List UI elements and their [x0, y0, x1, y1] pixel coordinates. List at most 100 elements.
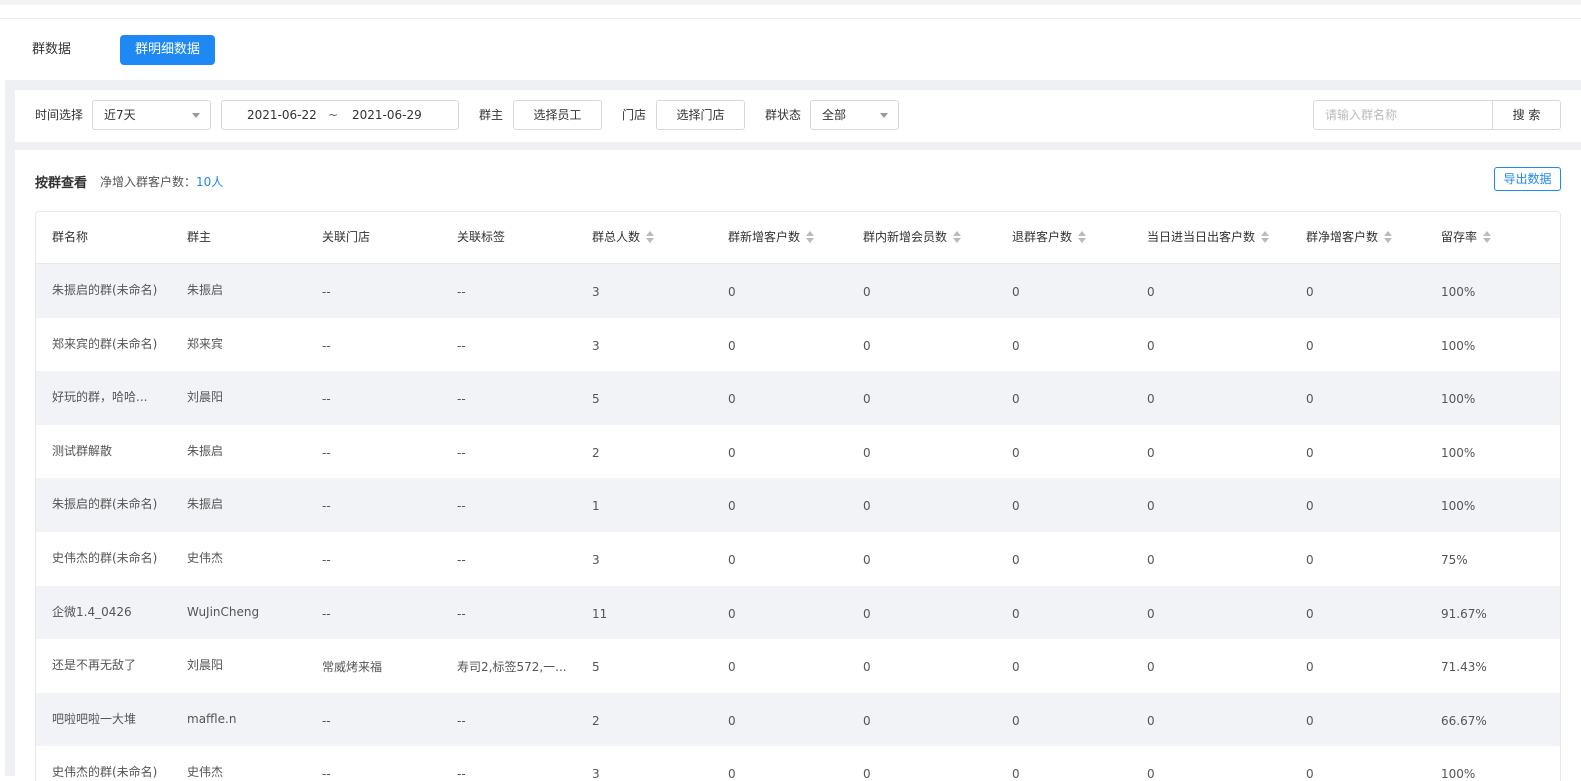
table-cell: 朱振启 — [187, 443, 224, 458]
table-cell: 朱振启 — [187, 283, 224, 297]
table-cell: -- — [457, 338, 466, 353]
table-cell: 66.67% — [1441, 713, 1487, 728]
sort-icon[interactable] — [1261, 230, 1270, 243]
time-select-label: 时间选择 — [35, 108, 84, 122]
table-cell: 0 — [1306, 445, 1314, 460]
select-employee-button[interactable]: 选择员工 — [513, 100, 602, 130]
column-header-sortable[interactable]: 退群客户数 — [1012, 212, 1087, 263]
table-cell: maffle.n — [187, 711, 237, 726]
table-cell: 0 — [728, 392, 736, 407]
table-cell: 0 — [1147, 285, 1155, 299]
table-cell: -- — [322, 552, 331, 567]
table-cell: 0 — [728, 285, 736, 299]
table-cell: -- — [322, 392, 331, 407]
table-cell: -- — [322, 606, 331, 621]
table-cell: 还是不再无敌了 — [52, 658, 137, 673]
table-cell: 0 — [863, 713, 871, 728]
column-header-sortable[interactable]: 留存率 — [1441, 212, 1492, 263]
table-cell: -- — [322, 713, 331, 728]
chevron-down-icon — [880, 113, 888, 118]
column-header-sortable[interactable]: 群新增客户数 — [728, 212, 815, 263]
table-cell: -- — [457, 499, 466, 514]
table-cell: -- — [322, 285, 331, 299]
table-cell: 0 — [1306, 392, 1314, 407]
tab-group-data[interactable]: 群数据 — [20, 35, 83, 65]
table-cell: 100% — [1441, 338, 1476, 353]
table-cell: 0 — [728, 606, 736, 621]
table-cell: 0 — [1012, 767, 1020, 781]
table-cell: 0 — [1012, 606, 1020, 621]
sort-icon[interactable] — [1078, 230, 1087, 243]
column-header-sortable[interactable]: 当日进当日出客户数 — [1147, 212, 1270, 263]
filter-bar: 时间选择 近7天 2021-06-22 ~ 2021-06-29 群主 选择员工… — [15, 90, 1581, 142]
group-status-select[interactable]: 全部 — [810, 100, 899, 130]
table-cell: 75% — [1441, 552, 1468, 567]
sort-icon[interactable] — [1483, 230, 1492, 243]
table-cell: 0 — [728, 499, 736, 514]
table-row: 朱振启的群(未命名) 朱振启 -- -- 1 0 0 0 0 0 100% — [36, 478, 1560, 532]
group-status-label: 群状态 — [765, 108, 802, 122]
table-row: 朱振启的群(未命名) 朱振启 -- -- 3 0 0 0 0 0 100% — [36, 264, 1560, 318]
table-cell: -- — [322, 499, 331, 514]
search-button[interactable]: 搜 索 — [1492, 100, 1561, 130]
table-cell: 0 — [863, 767, 871, 781]
date-separator: ~ — [328, 108, 339, 122]
table-cell: 0 — [1012, 713, 1020, 728]
sort-icon[interactable] — [806, 230, 815, 243]
table-cell: 0 — [1012, 338, 1020, 353]
column-header-sortable[interactable]: 群净增客户数 — [1306, 212, 1393, 263]
table-cell: 2 — [592, 445, 600, 460]
table-cell: 吧啦吧啦一大堆 — [52, 711, 137, 726]
table-row: 好玩的群，哈哈... 刘晨阳 -- -- 5 0 0 0 0 0 100% — [36, 371, 1560, 425]
table-cell: -- — [457, 713, 466, 728]
table-cell: 史伟杰的群(未命名) — [52, 550, 158, 565]
select-store-button[interactable]: 选择门店 — [656, 100, 745, 130]
sort-icon[interactable] — [953, 230, 962, 243]
group-name-search-input[interactable] — [1313, 100, 1493, 130]
table-cell: 刘晨阳 — [187, 658, 224, 673]
net-increase-summary: 净增入群客户数：10人 — [100, 173, 223, 190]
table-cell: 91.67% — [1441, 606, 1487, 621]
table-cell: 3 — [592, 767, 600, 781]
group-table-card: 按群查看 净增入群客户数：10人 导出数据 群名称 群主 关联门店 关联标签 群… — [15, 150, 1581, 781]
export-data-button[interactable]: 导出数据 — [1494, 167, 1561, 191]
table-cell: 0 — [1147, 392, 1155, 407]
table-cell: 0 — [1147, 606, 1155, 621]
group-data-table: 群名称 群主 关联门店 关联标签 群总人数 群新增客户数 群内新增会员数 退群客… — [35, 211, 1561, 781]
table-cell: 0 — [1147, 713, 1155, 728]
table-cell: 测试群解散 — [52, 443, 113, 458]
table-cell: 2 — [592, 713, 600, 728]
top-bar — [0, 0, 1581, 19]
column-header: 群名称 — [52, 230, 89, 244]
column-header-sortable[interactable]: 群内新增会员数 — [863, 212, 962, 263]
table-row: 测试群解散 朱振启 -- -- 2 0 0 0 0 0 100% — [36, 425, 1560, 479]
table-cell: 3 — [592, 285, 600, 299]
table-cell: -- — [457, 445, 466, 460]
table-cell: 好玩的群，哈哈... — [52, 390, 148, 405]
table-cell: 0 — [1147, 499, 1155, 514]
table-cell: 朱振启的群(未命名) — [52, 283, 158, 297]
table-cell: -- — [457, 285, 466, 299]
table-row: 还是不再无敌了 刘晨阳 常威烤来福 寿司2,标签572,一... 5 0 0 0 0 0 71.43… — [36, 639, 1560, 693]
column-header-sortable[interactable]: 群总人数 — [592, 212, 655, 263]
table-row: 企微1.4_0426 WuJinCheng -- -- 11 0 0 0 0 0 91.67% — [36, 585, 1560, 640]
table-cell: 0 — [1012, 499, 1020, 514]
table-cell: -- — [457, 767, 466, 781]
sort-icon[interactable] — [646, 230, 655, 243]
table-cell: 0 — [1012, 552, 1020, 567]
table-cell: 寿司2,标签572,一... — [457, 660, 567, 675]
table-cell: 0 — [1147, 767, 1155, 781]
table-cell: -- — [457, 392, 466, 407]
time-range-select[interactable]: 近7天 — [92, 100, 211, 130]
table-cell: 0 — [1306, 767, 1314, 781]
chevron-down-icon — [192, 113, 200, 118]
table-cell: 0 — [863, 338, 871, 353]
table-cell: 0 — [1147, 552, 1155, 567]
time-range-value: 近7天 — [104, 108, 136, 122]
tab-group-detail-data[interactable]: 群明细数据 — [120, 35, 215, 65]
sort-icon[interactable] — [1384, 230, 1393, 243]
date-range-picker[interactable]: 2021-06-22 ~ 2021-06-29 — [221, 100, 459, 130]
table-cell: 3 — [592, 552, 600, 567]
table-cell: -- — [322, 445, 331, 460]
column-header: 关联门店 — [322, 230, 371, 244]
